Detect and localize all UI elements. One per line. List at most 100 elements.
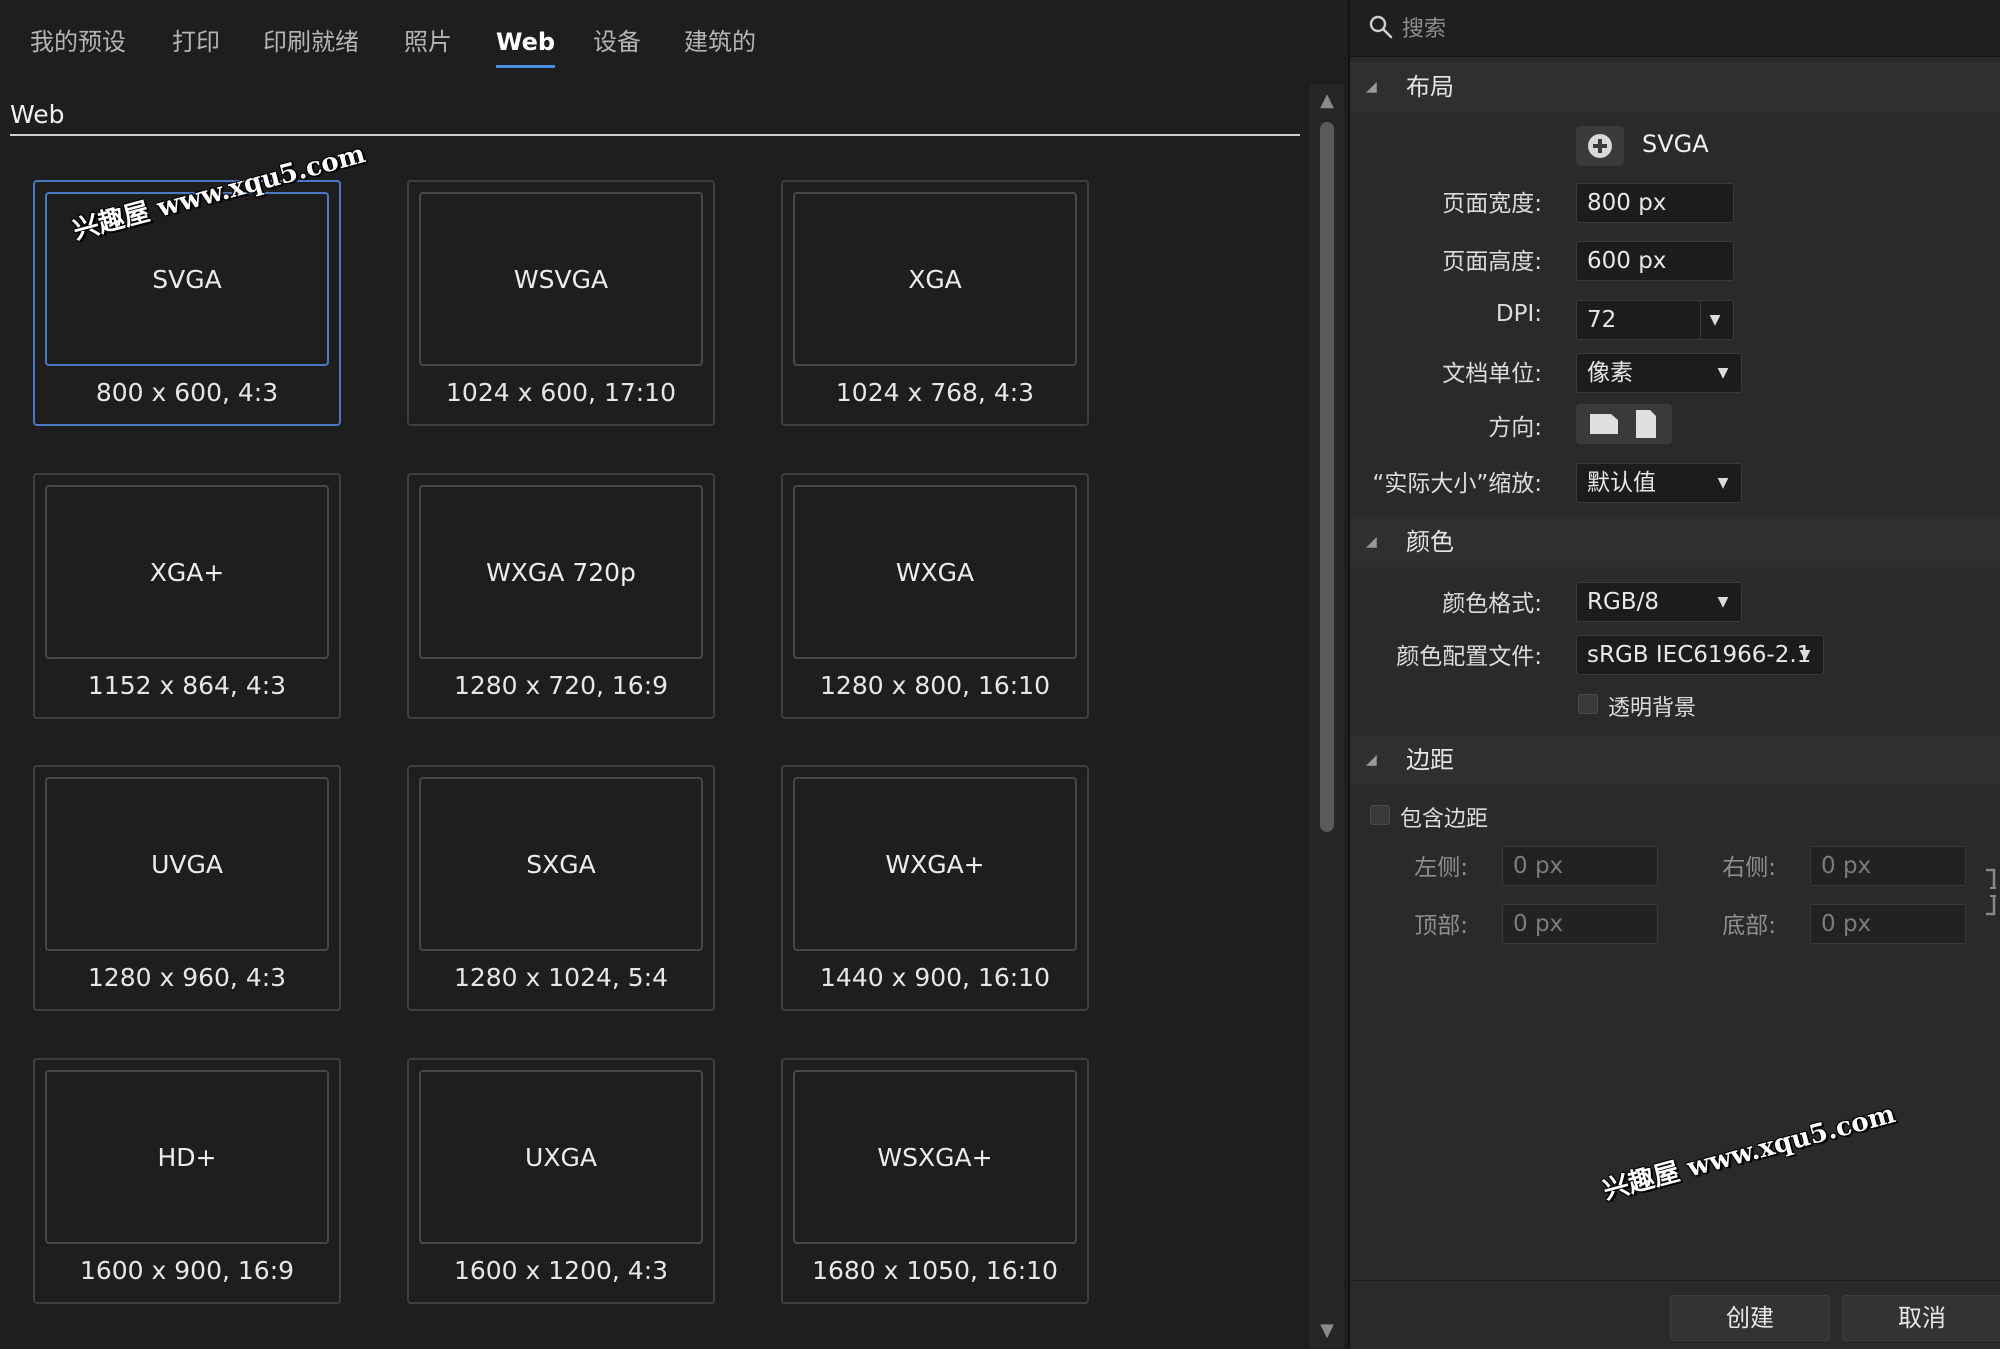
color-section-header[interactable]: ◢ 颜色 (1350, 517, 2000, 567)
page-height-field[interactable]: 600 px (1576, 241, 1734, 281)
color-format-label: 颜色格式: (1442, 591, 1542, 617)
preset-size: 1440 x 900, 16:10 (820, 963, 1050, 992)
actual-size-scale-label: “实际大小”缩放: (1372, 471, 1542, 497)
preset-card-wxga[interactable]: WXGA 1280 x 800, 16:10 (781, 473, 1089, 719)
preset-size: 1152 x 864, 4:3 (87, 671, 287, 700)
chevron-down-icon: ▼ (1799, 647, 1811, 663)
landscape-page-icon (1590, 414, 1618, 434)
section-label: 颜色 (1406, 528, 1454, 556)
preset-size: 1024 x 768, 4:3 (835, 378, 1035, 407)
preset-name: SXGA (526, 849, 596, 879)
scale-value: 默认值 (1587, 470, 1656, 496)
preset-name: WXGA (895, 557, 975, 587)
search-bar (1350, 0, 2000, 57)
scroll-thumb[interactable] (1320, 122, 1334, 832)
color-format-value: RGB/8 (1587, 589, 1659, 615)
search-input[interactable] (1400, 8, 1984, 50)
preset-name: UXGA (525, 1142, 597, 1172)
actual-size-scale-select[interactable]: 默认值 ▼ (1576, 463, 1742, 503)
page-height-label: 页面高度: (1442, 249, 1542, 275)
preset-card-wsxga-plus[interactable]: WSXGA+ 1680 x 1050, 16:10 (781, 1058, 1089, 1304)
include-margins-label: 包含边距 (1400, 807, 1489, 832)
preset-size: 1280 x 800, 16:10 (820, 671, 1050, 700)
page-width-field[interactable]: 800 px (1576, 183, 1734, 223)
margin-left-field[interactable]: 0 px (1502, 846, 1658, 886)
vertical-scrollbar[interactable]: ▲ ▼ (1310, 84, 1344, 1348)
preset-card-wxga-plus[interactable]: WXGA+ 1440 x 900, 16:10 (781, 765, 1089, 1011)
portrait-button[interactable] (1626, 404, 1666, 444)
dialog-footer: 创建 取消 (1350, 1280, 2000, 1349)
cancel-button[interactable]: 取消 (1842, 1295, 2000, 1341)
margin-top-field[interactable]: 0 px (1502, 904, 1658, 944)
dpi-label: DPI: (1495, 301, 1542, 327)
scroll-down-arrow-icon[interactable]: ▼ (1310, 1314, 1344, 1348)
document-units-select[interactable]: 像素 ▼ (1576, 353, 1742, 393)
margin-left-label: 左侧: (1414, 855, 1468, 881)
orientation-toggle (1576, 404, 1672, 444)
preset-card-xga-plus[interactable]: XGA+ 1152 x 864, 4:3 (33, 473, 341, 719)
portrait-page-icon (1636, 410, 1656, 438)
add-preset-button[interactable] (1576, 126, 1624, 166)
margin-top-label: 顶部: (1414, 913, 1468, 939)
units-value: 像素 (1587, 360, 1633, 386)
margin-right-field[interactable]: 0 px (1810, 846, 1966, 886)
margin-bottom-label: 底部: (1722, 913, 1776, 939)
margin-bottom-field[interactable]: 0 px (1810, 904, 1966, 944)
color-profile-label: 颜色配置文件: (1396, 644, 1542, 670)
preset-thumbnail: UVGA (45, 777, 329, 951)
margins-section-header[interactable]: ◢ 边距 (1350, 735, 2000, 785)
preset-name: XGA (908, 264, 962, 294)
preset-card-uvga[interactable]: UVGA 1280 x 960, 4:3 (33, 765, 341, 1011)
preset-name: WSXGA+ (877, 1142, 993, 1172)
preset-thumbnail: XGA+ (45, 485, 329, 659)
include-margins-checkbox[interactable] (1370, 805, 1390, 825)
preset-thumbnail: WXGA 720p (419, 485, 703, 659)
preset-thumbnail: WXGA+ (793, 777, 1077, 951)
layout-section-header[interactable]: ◢ 布局 (1350, 62, 2000, 112)
preset-card-wsvga[interactable]: WSVGA 1024 x 600, 17:10 (407, 180, 715, 426)
landscape-button[interactable] (1584, 404, 1624, 444)
chevron-down-icon: ▼ (1717, 475, 1729, 491)
preset-size: 1280 x 960, 4:3 (87, 963, 287, 992)
color-profile-select[interactable]: sRGB IEC61966-2.1 ▼ (1576, 635, 1824, 675)
preset-size: 1280 x 720, 16:9 (453, 671, 669, 700)
link-margins-icon[interactable] (1982, 868, 1998, 916)
preset-size: 1024 x 600, 17:10 (446, 378, 676, 407)
preset-name: XGA+ (149, 557, 225, 587)
preset-name: UVGA (151, 849, 223, 879)
section-label: 布局 (1406, 73, 1454, 101)
preset-thumbnail: UXGA (419, 1070, 703, 1244)
color-format-select[interactable]: RGB/8 ▼ (1576, 582, 1742, 622)
preset-card-hd-plus[interactable]: HD+ 1600 x 900, 16:9 (33, 1058, 341, 1304)
document-settings-panel: ◢ 布局 SVGA 页面宽度: 800 px 页面高度: 600 px DPI:… (1350, 0, 2000, 1349)
preset-name: SVGA (152, 264, 222, 294)
preset-name: WXGA+ (885, 849, 985, 879)
dpi-value: 72 (1587, 307, 1617, 333)
chevron-down-icon[interactable]: ▼ (1705, 301, 1725, 339)
preset-size: 1600 x 900, 16:9 (79, 1256, 295, 1285)
page-width-label: 页面宽度: (1442, 191, 1542, 217)
preset-thumbnail: XGA (793, 192, 1077, 366)
preset-size: 1280 x 1024, 5:4 (453, 963, 669, 992)
preset-size: 800 x 600, 4:3 (95, 378, 279, 407)
preset-card-uxga[interactable]: UXGA 1600 x 1200, 4:3 (407, 1058, 715, 1304)
chevron-down-icon: ▼ (1717, 365, 1729, 381)
transparent-background-label: 透明背景 (1608, 696, 1697, 721)
preset-thumbnail: WSXGA+ (793, 1070, 1077, 1244)
preset-thumbnail: SXGA (419, 777, 703, 951)
section-label: 边距 (1406, 746, 1454, 774)
preset-card-xga[interactable]: XGA 1024 x 768, 4:3 (781, 180, 1089, 426)
preset-size: 1600 x 1200, 4:3 (453, 1256, 669, 1285)
scroll-up-arrow-icon[interactable]: ▲ (1310, 84, 1344, 118)
create-button[interactable]: 创建 (1670, 1295, 1830, 1341)
preset-card-wxga-720p[interactable]: WXGA 720p 1280 x 720, 16:9 (407, 473, 715, 719)
preset-thumbnail: HD+ (45, 1070, 329, 1244)
dpi-combo[interactable]: 72 ▼ (1576, 300, 1734, 340)
orientation-label: 方向: (1488, 415, 1542, 441)
collapse-triangle-icon: ◢ (1366, 534, 1377, 550)
preset-card-sxga[interactable]: SXGA 1280 x 1024, 5:4 (407, 765, 715, 1011)
combo-separator (1700, 301, 1701, 339)
preset-size: 1680 x 1050, 16:10 (812, 1256, 1058, 1285)
preset-name: HD+ (157, 1142, 217, 1172)
transparent-background-checkbox[interactable] (1578, 694, 1598, 714)
